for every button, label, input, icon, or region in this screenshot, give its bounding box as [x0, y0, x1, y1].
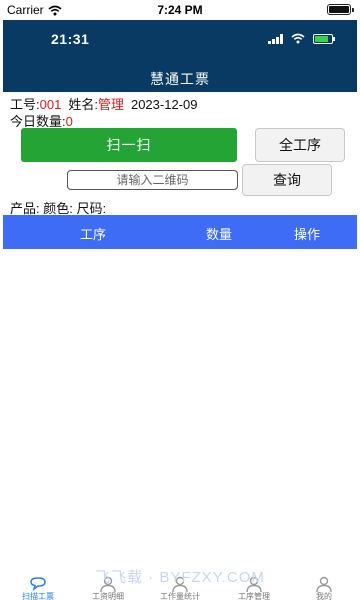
battery-icon [327, 4, 354, 15]
table-header: 工序 数量 操作 [3, 215, 357, 249]
tab-label: 工作量统计 [160, 592, 200, 600]
job-no-label: 工号: [10, 97, 40, 112]
date-value: 2023-12-09 [130, 97, 198, 112]
qr-code-input[interactable] [67, 170, 238, 190]
battery-charging-icon [313, 33, 335, 44]
page-title: 慧通工票 [150, 71, 210, 87]
tab-label: 我的 [316, 592, 332, 600]
process-list [3, 249, 357, 569]
tab-label: 扫描工票 [22, 592, 54, 600]
user-icon [316, 576, 332, 592]
column-header-actions: 操作 [294, 227, 321, 242]
device-clock: 21:31 [51, 31, 90, 47]
tab-label: 工资明细 [92, 592, 124, 600]
app-header: 21:31 慧通工票 [3, 20, 357, 92]
site-watermark: 飞飞载 · BYFZXY.COM [95, 569, 265, 586]
column-header-process: 工序 [80, 227, 107, 242]
simulator-clock: 7:24 PM [157, 3, 203, 17]
simulator-status-bar: Carrier 7:24 PM [0, 0, 360, 19]
job-no-value: 001 [39, 97, 62, 112]
scan-button[interactable]: 扫一扫 [21, 128, 237, 162]
tab-label: 工序管理 [238, 592, 270, 600]
name-label: 姓名: [68, 97, 98, 112]
name-value: 管理 [97, 97, 124, 112]
all-process-button[interactable]: 全工序 [255, 128, 345, 162]
cellular-signal-icon [268, 33, 283, 44]
wifi-icon [291, 33, 305, 44]
device-status-icons [268, 33, 335, 44]
today-qty-value: 0 [65, 114, 73, 129]
tab-scan-ticket[interactable]: 扫描工票 [12, 576, 64, 600]
column-header-quantity: 数量 [206, 227, 233, 242]
tab-mine[interactable]: 我的 [298, 576, 350, 600]
query-button[interactable]: 查询 [242, 164, 332, 196]
chat-bubble-icon [30, 577, 46, 591]
today-qty-label: 今日数量: [10, 114, 66, 129]
